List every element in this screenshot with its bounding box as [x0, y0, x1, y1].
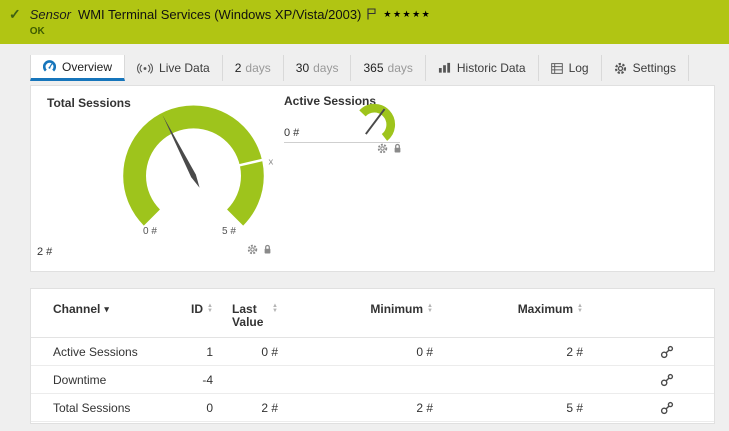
channel-last-value: 0 #	[213, 345, 278, 359]
active-sessions-gauge	[349, 98, 399, 148]
active-gauge-controls	[377, 143, 402, 154]
channels-table-panel: Channel ▾ ID ▲▼ Last Value ▲▼ Minimum ▲▼…	[30, 288, 715, 424]
broadcast-icon	[137, 63, 153, 74]
tab-label: Log	[569, 61, 589, 75]
priority-stars[interactable]: ★★★★★	[383, 9, 431, 20]
channel-settings-icon[interactable]	[660, 373, 674, 387]
tab-day-number: 30	[296, 61, 309, 75]
gauge-scale-max: 5 #	[222, 226, 236, 237]
total-sessions-gauge: x	[103, 98, 284, 250]
channel-id: 0	[178, 401, 213, 415]
column-header-maximum[interactable]: Maximum ▲▼	[433, 303, 583, 329]
column-label: Maximum	[518, 303, 573, 316]
priority-flag-icon[interactable]	[367, 8, 376, 20]
channel-name[interactable]: Active Sessions	[53, 345, 178, 359]
lock-icon[interactable]	[393, 143, 402, 154]
column-header-minimum[interactable]: Minimum ▲▼	[278, 303, 433, 329]
tab-day-number: 365	[363, 61, 383, 75]
column-header-last-value[interactable]: Last Value ▲▼	[213, 303, 278, 329]
log-list-icon	[551, 63, 563, 74]
channel-maximum: 2 #	[433, 345, 583, 359]
table-row: Downtime -4	[31, 366, 714, 394]
bar-chart-icon	[438, 62, 451, 74]
tab-label: Historic Data	[457, 61, 526, 75]
gauge-marker-label: x	[269, 157, 274, 168]
tab-label: Overview	[62, 60, 112, 74]
tab-label: Settings	[633, 61, 676, 75]
table-header-row: Channel ▾ ID ▲▼ Last Value ▲▼ Minimum ▲▼…	[31, 289, 714, 338]
gauge-icon	[43, 60, 56, 73]
table-row: Active Sessions 1 0 # 0 # 2 #	[31, 338, 714, 366]
tab-live-data[interactable]: Live Data	[125, 55, 223, 81]
tab-day-unit: days	[245, 61, 270, 75]
tab-365-days[interactable]: 365 days	[351, 55, 425, 81]
tab-settings[interactable]: Settings	[602, 55, 689, 81]
column-label: ID	[191, 303, 203, 316]
gauge-scale-min: 0 #	[143, 226, 157, 237]
tab-day-unit: days	[313, 61, 338, 75]
tab-log[interactable]: Log	[539, 55, 602, 81]
object-kind-label: Sensor	[30, 7, 71, 22]
status-ok-check-icon: ✓	[9, 7, 21, 22]
tab-2-days[interactable]: 2 days	[223, 55, 284, 81]
channel-settings-icon[interactable]	[660, 345, 674, 359]
header-title-group: Sensor WMI Terminal Services (Windows XP…	[30, 7, 432, 37]
tab-label: Live Data	[159, 61, 210, 75]
active-sessions-value: 0 #	[284, 127, 299, 139]
tab-day-unit: days	[388, 61, 413, 75]
sensor-header: ✓ Sensor WMI Terminal Services (Windows …	[0, 0, 729, 44]
tab-30-days[interactable]: 30 days	[284, 55, 352, 81]
sensor-tabbar: Overview Live Data 2 days 30 days 365 da…	[30, 55, 729, 81]
lock-icon[interactable]	[263, 244, 272, 255]
channel-name[interactable]: Total Sessions	[53, 401, 178, 415]
sort-caret-icon[interactable]: ▾	[104, 303, 109, 315]
column-header-id[interactable]: ID ▲▼	[178, 303, 213, 329]
channel-id: 1	[178, 345, 213, 359]
gear-icon	[614, 62, 627, 75]
channel-last-value: 2 #	[213, 401, 278, 415]
channel-minimum: 2 #	[278, 401, 433, 415]
column-label: Channel	[53, 303, 100, 316]
total-gauge-controls	[247, 244, 272, 255]
status-badge: OK	[30, 26, 432, 37]
gauge-settings-gear-icon[interactable]	[247, 244, 258, 255]
tab-historic-data[interactable]: Historic Data	[426, 55, 539, 81]
channel-maximum: 5 #	[433, 401, 583, 415]
total-sessions-value: 2 #	[37, 246, 52, 258]
column-header-channel[interactable]: Channel ▾	[53, 303, 178, 329]
column-label: Minimum	[370, 303, 423, 316]
channel-id: -4	[178, 373, 213, 387]
column-label: Last Value	[232, 303, 268, 329]
gauge-settings-gear-icon[interactable]	[377, 143, 388, 154]
tab-overview[interactable]: Overview	[30, 55, 125, 81]
gauges-panel: Total Sessions x 0 # 5 # 2 # Active Sess…	[30, 85, 715, 272]
channel-name[interactable]: Downtime	[53, 373, 178, 387]
channel-settings-icon[interactable]	[660, 401, 674, 415]
page-title: WMI Terminal Services (Windows XP/Vista/…	[78, 7, 361, 22]
channel-minimum: 0 #	[278, 345, 433, 359]
tab-day-number: 2	[235, 61, 242, 75]
table-row: Total Sessions 0 2 # 2 # 5 #	[31, 394, 714, 422]
